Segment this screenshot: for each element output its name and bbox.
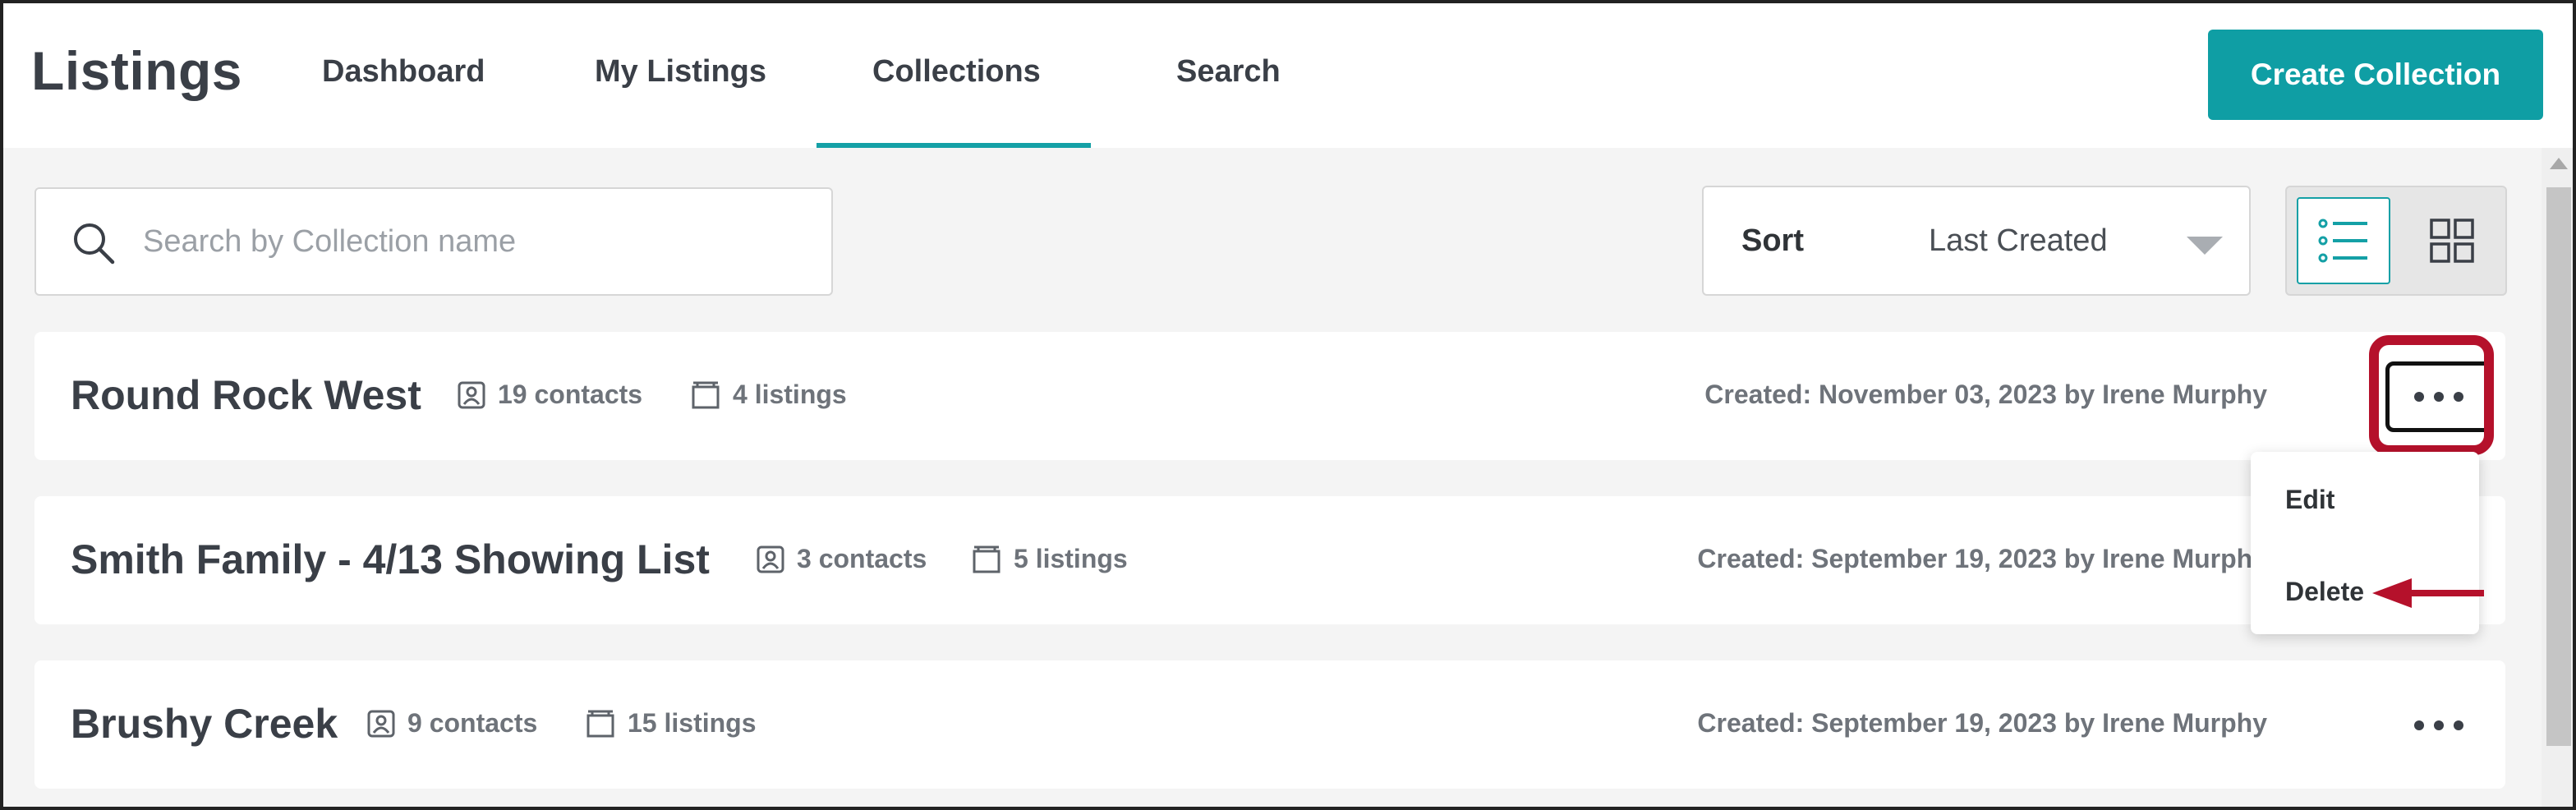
created-info: Created: September 19, 2023 by Irene Mur… bbox=[1697, 708, 2267, 738]
listings-icon bbox=[586, 710, 614, 737]
sort-value: Last Created bbox=[1929, 223, 2108, 258]
listings-label: 5 listings bbox=[1014, 544, 1128, 573]
grid-view-icon bbox=[2430, 219, 2474, 263]
listings-label: 4 listings bbox=[733, 380, 847, 409]
more-icon bbox=[2414, 720, 2424, 730]
app-window: Listings Dashboard My Listings Collectio… bbox=[0, 0, 2576, 810]
contacts-icon bbox=[367, 710, 395, 737]
contacts-label: 3 contacts bbox=[797, 544, 927, 573]
contacts-count: 19 contacts bbox=[457, 380, 642, 410]
scroll-up-arrow-icon[interactable] bbox=[2550, 158, 2568, 169]
listings-count: 15 listings bbox=[585, 708, 757, 739]
contacts-label: 9 contacts bbox=[407, 708, 538, 738]
tab-dashboard[interactable]: Dashboard bbox=[322, 54, 485, 90]
grid-view-button[interactable] bbox=[2405, 197, 2499, 284]
page-title: Listings bbox=[31, 40, 243, 101]
tab-collections[interactable]: Collections bbox=[872, 54, 1041, 90]
annotation-highlight bbox=[2369, 335, 2494, 455]
create-collection-button[interactable]: Create Collection bbox=[2208, 30, 2543, 120]
listings-icon bbox=[973, 545, 1000, 573]
list-view-icon bbox=[2318, 219, 2367, 263]
collection-name[interactable]: Brushy Creek bbox=[71, 700, 338, 748]
list-view-button[interactable] bbox=[2297, 197, 2390, 284]
listings-count: 4 listings bbox=[690, 380, 847, 410]
view-toggle bbox=[2285, 186, 2507, 296]
collection-row[interactable]: Round Rock West 19 contacts 4 listings C… bbox=[34, 332, 2505, 460]
collection-row[interactable]: Brushy Creek 9 contacts 15 listings Crea… bbox=[34, 660, 2505, 789]
collection-name[interactable]: Round Rock West bbox=[71, 371, 421, 419]
tab-search[interactable]: Search bbox=[1176, 54, 1281, 90]
scrollbar-thumb[interactable] bbox=[2546, 187, 2571, 746]
contacts-label: 19 contacts bbox=[498, 380, 643, 409]
search-input[interactable] bbox=[143, 189, 816, 294]
annotation-arrow-icon bbox=[2372, 578, 2484, 608]
contacts-count: 9 contacts bbox=[366, 708, 537, 739]
tab-my-listings[interactable]: My Listings bbox=[595, 54, 766, 90]
contacts-icon bbox=[458, 381, 485, 408]
menu-item-edit[interactable]: Edit bbox=[2285, 485, 2334, 515]
listings-count: 5 listings bbox=[971, 544, 1128, 574]
created-info: Created: November 03, 2023 by Irene Murp… bbox=[1704, 380, 2267, 409]
listings-icon bbox=[692, 381, 720, 408]
collection-row[interactable]: Smith Family - 4/13 Showing List 3 conta… bbox=[34, 496, 2505, 624]
contacts-count: 3 contacts bbox=[756, 544, 927, 574]
header: Listings Dashboard My Listings Collectio… bbox=[3, 3, 2573, 148]
search-box bbox=[34, 187, 833, 296]
contacts-icon bbox=[757, 545, 784, 573]
listings-label: 15 listings bbox=[628, 708, 757, 738]
chevron-down-icon bbox=[2187, 237, 2223, 255]
more-options-button[interactable] bbox=[2385, 690, 2492, 761]
search-icon bbox=[74, 223, 115, 265]
sort-label: Sort bbox=[1741, 223, 1804, 258]
created-info: Created: September 19, 2023 by Irene Mur… bbox=[1697, 544, 2267, 573]
sort-dropdown[interactable]: Sort Last Created bbox=[1702, 186, 2251, 296]
menu-item-delete[interactable]: Delete bbox=[2285, 577, 2364, 607]
collection-name[interactable]: Smith Family - 4/13 Showing List bbox=[71, 536, 710, 583]
